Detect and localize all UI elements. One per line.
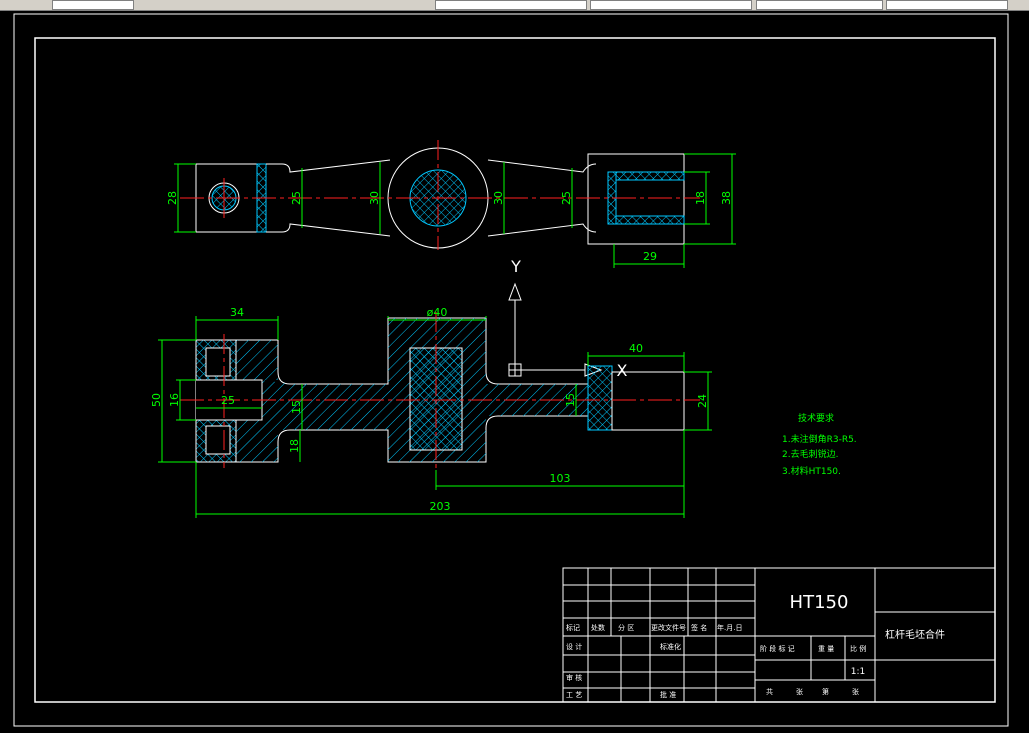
- dim-center-left: 30: [368, 191, 381, 205]
- web-hatch-left: [262, 380, 388, 430]
- dim-overall-height: 50: [150, 393, 163, 407]
- scale-value: 1:1: [851, 667, 865, 677]
- dim-lower-flange: 18: [288, 439, 301, 453]
- note-1: 1.未注倒角R3-R5.: [782, 433, 857, 445]
- tb-stage-mark: 阶 段 标 记: [760, 644, 795, 653]
- notes-title: 技术要求: [798, 412, 834, 424]
- tb-total: 共: [766, 687, 773, 696]
- cad-toolbar: [0, 0, 1029, 11]
- tb-review: 审 核: [566, 673, 582, 682]
- ucs-icon: [508, 282, 603, 377]
- tb-sheet-total: 张: [796, 687, 803, 696]
- ucs-x-label: X: [617, 361, 628, 380]
- dim-slot-height: 16: [168, 393, 181, 407]
- right-end: [611, 371, 685, 431]
- dim-slot-depth: 25: [221, 394, 235, 407]
- plotstyle-dropdown[interactable]: [886, 0, 1008, 10]
- dim-right-height: 24: [696, 394, 709, 408]
- tb-nth: 第: [822, 687, 829, 696]
- dim-slot-depth: 29: [643, 250, 657, 263]
- tb-designer: 设 计: [566, 642, 582, 651]
- dim-left-height: 28: [166, 191, 179, 205]
- right-slot-hatch-top: [615, 171, 685, 181]
- tb-sign: 签 名: [691, 623, 707, 632]
- technical-notes: 技术要求 1.未注倒角R3-R5. 2.去毛刺锐边. 3.材料HT150.: [782, 412, 857, 477]
- right-block: [587, 153, 685, 245]
- tb-mark: 标记: [566, 623, 580, 632]
- ucs-y-label: Y: [510, 257, 521, 276]
- dim-neck-left: 25: [290, 191, 303, 205]
- dim-center-right: 30: [492, 191, 505, 205]
- tb-process: 工 艺: [566, 691, 582, 699]
- left-arm-top: [266, 159, 391, 173]
- part-name: 杠杆毛坯合件: [885, 628, 945, 641]
- material-label: HT150: [790, 592, 849, 613]
- dim-inner-slot: 18: [694, 191, 707, 205]
- tb-zone: 分 区: [618, 623, 634, 632]
- tb-date: 年.月.日: [717, 623, 742, 632]
- dim-hub-diameter: ø40: [427, 306, 448, 319]
- dim-web-right: 15: [564, 393, 577, 407]
- tb-sheet: 张: [852, 687, 859, 696]
- dim-neck-right: 25: [560, 191, 573, 205]
- front-view: [180, 312, 700, 470]
- dim-half-length: 103: [550, 472, 571, 485]
- lineweight-dropdown[interactable]: [756, 0, 883, 10]
- dim-web-left: 15: [290, 400, 303, 414]
- note-3: 3.材料HT150.: [782, 465, 841, 477]
- layer-dropdown[interactable]: [52, 0, 134, 10]
- fork-lower-slot: [205, 425, 231, 455]
- right-slot-hatch-bottom: [615, 215, 685, 225]
- tb-standardize: 标准化: [660, 642, 681, 651]
- dim-overall-length: 203: [430, 500, 451, 513]
- color-dropdown[interactable]: [435, 0, 587, 10]
- tb-count: 处数: [591, 623, 605, 632]
- tb-ratio: 比 例: [850, 644, 866, 653]
- drawing-canvas[interactable]: 28 25 30 30 25 18 38 29 Y X 34 ø40 40 50…: [0, 11, 1029, 733]
- tb-weight: 重 量: [818, 645, 834, 653]
- fork-upper-slot: [205, 347, 231, 377]
- note-2: 2.去毛刺锐边.: [782, 448, 838, 460]
- dim-right-length: 40: [629, 342, 643, 355]
- top-view: [180, 140, 700, 250]
- dim-right-height: 38: [720, 191, 733, 205]
- tb-approve: 批 准: [660, 690, 676, 699]
- right-tip-hatch: [587, 365, 613, 431]
- linetype-dropdown[interactable]: [590, 0, 752, 10]
- left-arm-bottom: [266, 223, 391, 237]
- tb-change-doc: 更改文件号: [651, 623, 686, 632]
- dim-left-width: 34: [230, 306, 244, 319]
